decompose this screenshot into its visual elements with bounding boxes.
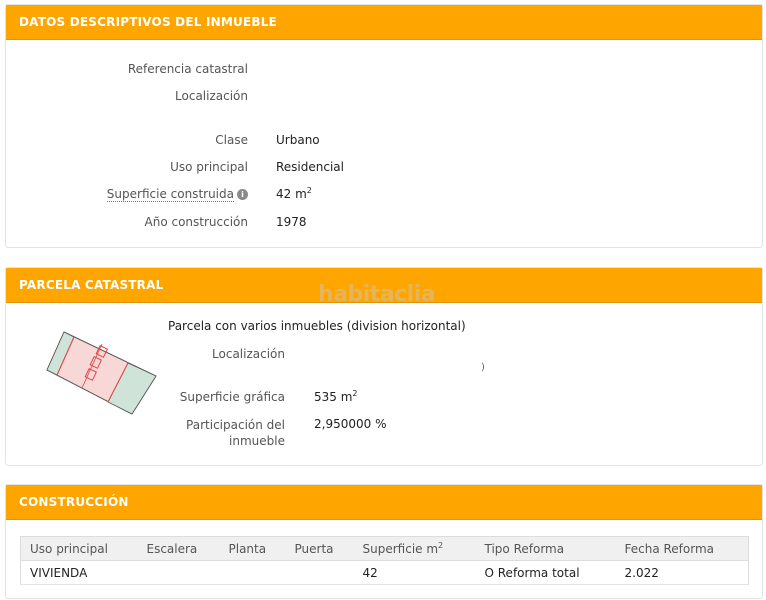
field-value: 1978 — [276, 215, 307, 229]
field-value: 2,950000 % — [314, 417, 387, 431]
field-label: Participación del inmueble — [186, 417, 285, 449]
construction-table: Uso principal Escalera Planta Puerta Sup… — [20, 536, 749, 585]
field-value: Urbano — [276, 133, 320, 147]
main-use-row: Uso principal Residencial — [6, 160, 762, 178]
field-label: Uso principal — [170, 160, 248, 174]
cadastral-reference-row: Referencia catastral — [6, 62, 762, 80]
parcel-subtitle: Parcela con varios inmuebles (division h… — [168, 319, 466, 333]
info-icon[interactable]: i — [237, 189, 248, 200]
area-value: 535 m — [314, 390, 353, 404]
field-label-wrapper: Superficie construida i — [106, 187, 248, 202]
field-value: 535 m2 — [314, 389, 358, 405]
column-header: Fecha Reforma — [615, 536, 749, 561]
table-cell: VIVIENDA — [20, 560, 138, 585]
table-cell: O Reforma total — [475, 560, 616, 585]
table-cell — [285, 560, 354, 585]
location-row: Localización — [6, 89, 762, 107]
class-row: Clase Urbano — [6, 133, 762, 151]
panel-title: PARCELA CATASTRAL — [19, 278, 164, 292]
column-header: Puerta — [285, 536, 354, 561]
field-label: Superficie construida — [106, 187, 234, 202]
parcel-location-row: Localización — [6, 347, 762, 365]
label-line-2: inmueble — [229, 434, 285, 448]
column-header: Superficie m2 — [353, 536, 476, 561]
table-cell — [219, 560, 286, 585]
table-row: VIVIENDA 42 O Reforma total 2.022 — [20, 560, 749, 585]
column-header-text: Superficie m — [362, 541, 439, 556]
field-label: Localización — [212, 347, 285, 361]
graphic-area-row: Superficie gráfica 535 m2 — [6, 390, 762, 408]
field-label: Clase — [215, 133, 248, 147]
column-header-sup: 2 — [438, 540, 444, 550]
construction-year-row: Año construcción 1978 — [6, 215, 762, 233]
label-line-1: Participación del — [186, 418, 285, 432]
field-value: Residencial — [276, 160, 344, 174]
column-header: Uso principal — [20, 536, 138, 561]
panel-title: CONSTRUCCIÓN — [19, 495, 129, 509]
area-unit-sup: 2 — [352, 389, 358, 398]
column-header: Planta — [219, 536, 286, 561]
field-label: Referencia catastral — [127, 62, 248, 76]
table-cell — [137, 560, 220, 585]
watermark: habitaclia — [318, 282, 436, 307]
column-header: Escalera — [137, 536, 220, 561]
panel-title: DATOS DESCRIPTIVOS DEL INMUEBLE — [19, 15, 277, 29]
table-cell: 42 — [353, 560, 476, 585]
built-area-row: Superficie construida i 42 m2 — [6, 187, 762, 205]
panel-header: DATOS DESCRIPTIVOS DEL INMUEBLE — [6, 5, 762, 40]
table-cell: 2.022 — [615, 560, 749, 585]
stray-mark: ) — [481, 362, 485, 373]
field-label: Superficie gráfica — [179, 390, 285, 404]
participation-row: Participación del inmueble 2,950000 % — [6, 417, 762, 449]
field-value: 42 m2 — [276, 186, 312, 202]
area-unit-sup: 2 — [306, 186, 312, 195]
field-label: Localización — [175, 89, 248, 103]
property-descriptive-data-panel: DATOS DESCRIPTIVOS DEL INMUEBLE Referenc… — [5, 4, 763, 248]
construction-panel: CONSTRUCCIÓN Uso principal Escalera Plan… — [5, 484, 763, 599]
panel-header: CONSTRUCCIÓN — [6, 485, 762, 520]
field-label: Año construcción — [144, 215, 249, 229]
area-value: 42 m — [276, 187, 307, 201]
column-header: Tipo Reforma — [475, 536, 616, 561]
table-header-row: Uso principal Escalera Planta Puerta Sup… — [20, 536, 749, 561]
